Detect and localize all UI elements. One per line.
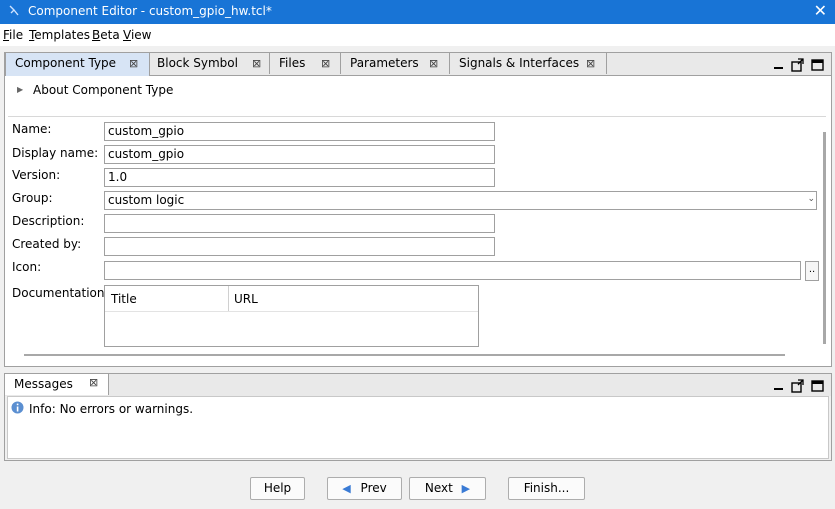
- close-icon[interactable]: ✕: [814, 1, 827, 21]
- messages-panel: Messages ⊠ Info: No errors or warnings.: [4, 373, 832, 461]
- close-tab-icon[interactable]: ⊠: [321, 53, 330, 74]
- prev-label: Prev: [360, 481, 387, 495]
- help-label: Help: [263, 481, 292, 495]
- tab-label: Signals & Interfaces: [459, 56, 580, 70]
- menu-view[interactable]: View: [123, 28, 151, 42]
- menu-templates[interactable]: Templates: [29, 28, 90, 42]
- arrow-left-icon: ◀: [342, 482, 351, 495]
- display-name-label: Display name:: [12, 146, 99, 160]
- tab-component-type[interactable]: Component Type ⊠: [5, 52, 150, 76]
- message-text: Info: No errors or warnings.: [29, 402, 194, 416]
- tab-parameters[interactable]: Parameters ⊠: [341, 53, 450, 74]
- version-label: Version:: [12, 168, 61, 182]
- tab-label: Block Symbol: [157, 56, 238, 70]
- tab-label: Messages: [14, 377, 73, 391]
- tab-block-symbol[interactable]: Block Symbol ⊠: [148, 53, 270, 74]
- column-url[interactable]: URL: [234, 292, 258, 306]
- icon-browse-button[interactable]: ..: [805, 261, 819, 281]
- help-button[interactable]: Help: [250, 477, 305, 500]
- menu-file[interactable]: File: [3, 28, 23, 42]
- detach-icon[interactable]: [791, 379, 805, 393]
- close-tab-icon[interactable]: ⊠: [252, 53, 261, 74]
- next-button[interactable]: Next ▶: [409, 477, 486, 500]
- messages-window-controls: [773, 379, 827, 393]
- arrow-right-icon: ▶: [461, 482, 471, 495]
- finish-label: Finish...: [523, 481, 570, 495]
- about-section[interactable]: ▶ About Component Type: [5, 76, 831, 116]
- tab-label: Files: [279, 56, 306, 70]
- name-input[interactable]: custom_gpio: [104, 122, 495, 141]
- panel-window-controls: [773, 58, 827, 72]
- menu-bar: File Templates Beta View: [0, 24, 835, 46]
- tab-files[interactable]: Files ⊠: [270, 53, 341, 74]
- description-input[interactable]: [104, 214, 495, 233]
- prev-button[interactable]: ◀ Prev: [327, 477, 402, 500]
- close-tab-icon[interactable]: ⊠: [89, 376, 98, 389]
- finish-button[interactable]: Finish...: [508, 477, 585, 500]
- info-icon: [11, 401, 24, 414]
- expand-arrow-icon: ▶: [17, 85, 24, 94]
- documentation-label: Documentation:: [12, 286, 109, 300]
- horizontal-scrollbar[interactable]: [24, 354, 785, 356]
- next-label: Next: [424, 481, 453, 495]
- maximize-icon[interactable]: [811, 379, 825, 393]
- icon-label: Icon:: [12, 260, 42, 274]
- window-title: Component Editor - custom_gpio_hw.tcl*: [28, 4, 272, 18]
- group-select[interactable]: custom logic ⌄: [104, 191, 817, 210]
- menu-beta[interactable]: Beta: [92, 28, 120, 42]
- divider: [8, 116, 826, 117]
- about-label: About Component Type: [33, 83, 174, 97]
- tab-label: Parameters: [350, 56, 419, 70]
- messages-tabstrip: Messages ⊠: [5, 374, 831, 396]
- tab-messages[interactable]: Messages ⊠: [5, 374, 109, 395]
- version-input[interactable]: 1.0: [104, 168, 495, 187]
- description-label: Description:: [12, 214, 85, 228]
- list-item[interactable]: Info: No errors or warnings.: [11, 401, 611, 417]
- browse-label: ..: [808, 264, 816, 275]
- chevron-down-icon[interactable]: ⌄: [807, 191, 815, 208]
- messages-list: Info: No errors or warnings.: [7, 396, 829, 459]
- created-by-input[interactable]: [104, 237, 495, 256]
- close-tab-icon[interactable]: ⊠: [129, 53, 138, 74]
- created-by-label: Created by:: [12, 237, 82, 251]
- title-bar: Component Editor - custom_gpio_hw.tcl* ✕: [0, 0, 835, 24]
- name-label: Name:: [12, 122, 52, 136]
- tab-label: Component Type: [15, 56, 117, 70]
- column-title[interactable]: Title: [111, 292, 137, 306]
- detach-icon[interactable]: [791, 58, 805, 72]
- tab-signals-interfaces[interactable]: Signals & Interfaces ⊠: [450, 53, 607, 74]
- group-value: custom logic: [108, 193, 185, 207]
- icon-input[interactable]: [104, 261, 801, 280]
- close-tab-icon[interactable]: ⊠: [429, 53, 438, 74]
- column-divider: [228, 286, 229, 311]
- display-name-input[interactable]: custom_gpio: [104, 145, 495, 164]
- close-tab-icon[interactable]: ⊠: [586, 53, 595, 74]
- maximize-icon[interactable]: [811, 58, 825, 72]
- table-header: Title URL: [105, 286, 478, 312]
- minimize-icon[interactable]: [773, 379, 785, 393]
- group-label: Group:: [12, 191, 53, 205]
- vertical-scrollbar[interactable]: [823, 132, 826, 344]
- minimize-icon[interactable]: [773, 58, 785, 72]
- documentation-table[interactable]: Title URL: [104, 285, 479, 347]
- app-icon: [9, 5, 19, 16]
- editor-tabstrip: Component Type ⊠ Block Symbol ⊠ Files ⊠ …: [5, 52, 831, 76]
